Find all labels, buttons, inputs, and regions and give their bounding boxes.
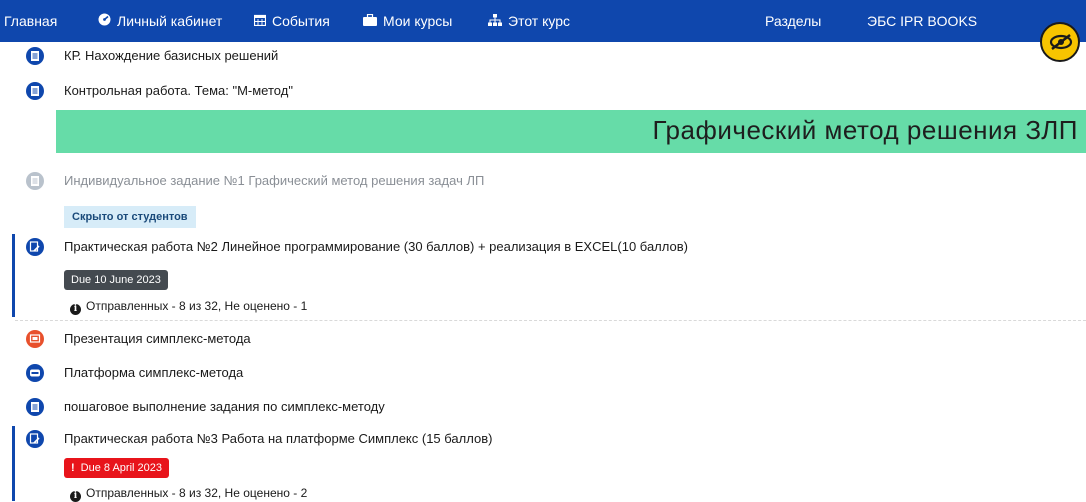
due-date-text: Due 8 April 2023 bbox=[80, 462, 163, 474]
nav-this-course-label: Этот курс bbox=[508, 13, 571, 29]
tachometer-icon bbox=[98, 1, 111, 43]
file-icon bbox=[26, 82, 44, 100]
nav-sections-label: Разделы bbox=[765, 13, 822, 29]
top-navbar: Главная Личный кабинет События Мои курсы… bbox=[0, 0, 1086, 42]
nav-ebs-ipr-books[interactable]: ЭБС IPR BOOKS bbox=[867, 0, 977, 42]
file-icon bbox=[26, 398, 44, 416]
assignment-icon bbox=[26, 238, 44, 256]
overdue-badge: ! Due 8 April 2023 bbox=[64, 458, 170, 478]
submission-status-text: Отправленных - 8 из 32, Не оценено - 1 bbox=[86, 299, 308, 313]
submission-status-text: Отправленных - 8 из 32, Не оценено - 2 bbox=[86, 486, 308, 500]
submission-status: i Отправленных - 8 из 32, Не оценено - 1 bbox=[70, 299, 307, 315]
activity-link[interactable]: Практическая работа №2 Линейное программ… bbox=[64, 239, 688, 254]
submission-status: i Отправленных - 8 из 32, Не оценено - 2 bbox=[70, 486, 307, 502]
presentation-icon bbox=[26, 330, 44, 348]
assignment-icon bbox=[26, 430, 44, 448]
hidden-from-students-badge: Скрыто от студентов bbox=[64, 206, 196, 228]
activity-link[interactable]: Практическая работа №3 Работа на платфор… bbox=[64, 431, 492, 446]
section-title: Графический метод решения ЗЛП bbox=[652, 115, 1078, 145]
nav-home[interactable]: Главная bbox=[4, 0, 57, 42]
nav-dashboard[interactable]: Личный кабинет bbox=[98, 0, 222, 42]
sitemap-icon bbox=[488, 1, 502, 43]
url-icon bbox=[26, 364, 44, 382]
section-banner: Графический метод решения ЗЛП bbox=[56, 110, 1086, 153]
due-date-badge: Due 10 June 2023 bbox=[64, 270, 168, 290]
highlight-bar bbox=[12, 426, 15, 501]
activity-link[interactable]: КР. Нахождение базисных решений bbox=[64, 48, 278, 63]
nav-my-courses-label: Мои курсы bbox=[383, 13, 453, 29]
activity-link[interactable]: Индивидуальное задание №1 Графический ме… bbox=[64, 173, 484, 188]
highlight-bar bbox=[12, 234, 15, 317]
visibility-toggle[interactable] bbox=[1040, 22, 1080, 62]
file-icon bbox=[26, 47, 44, 65]
divider bbox=[15, 320, 1086, 321]
nav-ebs-label: ЭБС IPR BOOKS bbox=[867, 13, 978, 29]
nav-dashboard-label: Личный кабинет bbox=[117, 13, 223, 29]
nav-this-course[interactable]: Этот курс bbox=[488, 0, 570, 42]
calendar-icon bbox=[253, 1, 267, 43]
eye-slash-icon bbox=[1049, 34, 1073, 50]
nav-events[interactable]: События bbox=[253, 0, 330, 43]
briefcase-icon bbox=[363, 1, 377, 43]
nav-home-label: Главная bbox=[4, 13, 58, 29]
info-icon: i bbox=[70, 491, 81, 502]
activity-link[interactable]: Платформа симплекс-метода bbox=[64, 365, 243, 380]
nav-my-courses[interactable]: Мои курсы bbox=[363, 0, 452, 42]
nav-events-label: События bbox=[272, 13, 330, 29]
activity-link[interactable]: Контрольная работа. Тема: "М-метод" bbox=[64, 83, 293, 98]
activity-link[interactable]: пошаговое выполнение задания по симплекс… bbox=[64, 399, 385, 414]
activity-link[interactable]: Презентация симплекс-метода bbox=[64, 331, 251, 346]
file-icon bbox=[26, 172, 44, 190]
nav-sections[interactable]: Разделы bbox=[765, 0, 821, 42]
exclamation-icon: ! bbox=[71, 462, 75, 474]
info-icon: i bbox=[70, 304, 81, 315]
